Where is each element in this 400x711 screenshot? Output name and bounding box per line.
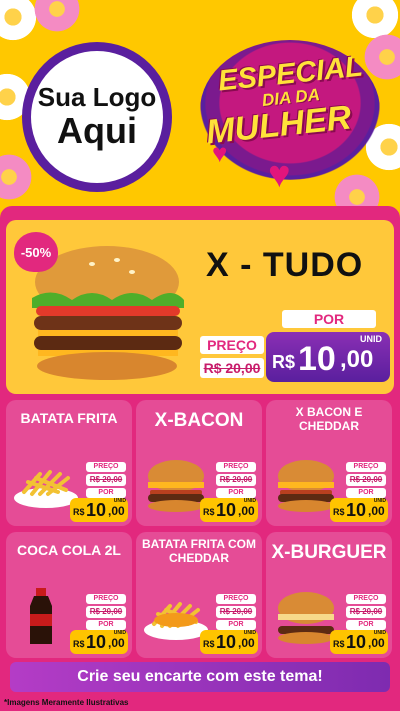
unit-label: UNID [373, 630, 386, 636]
unit-label: UNID [113, 498, 126, 504]
preco-label: PREÇO [200, 336, 264, 354]
price-integer: 10 [86, 500, 107, 520]
price-box: R$ 10 ,00 UNID [330, 630, 388, 654]
logo-text: Sua Logo [37, 82, 157, 113]
currency: R$ [73, 639, 85, 649]
price-decimal: ,00 [368, 504, 385, 518]
old-price: R$ 20,00 [216, 474, 256, 486]
por-label: POR [86, 488, 126, 498]
unit-label: UNID [373, 498, 386, 504]
logo-text: Aqui [57, 109, 137, 151]
preco-label: PREÇO [86, 462, 126, 472]
product-title: X-BURGUER [271, 542, 387, 563]
product-title: BATATA FRITA [20, 410, 118, 426]
por-label: POR [86, 620, 126, 630]
price-box: R$ 10 ,00 UNID [266, 332, 390, 382]
currency: R$ [203, 639, 215, 649]
unit-label: UNID [243, 498, 256, 504]
price-integer: 10 [346, 500, 367, 520]
product-title: X-BACON [154, 410, 244, 431]
price-box: R$ 10 ,00 UNID [200, 498, 258, 522]
product-title: BATATA FRITA COM CHEDDAR [142, 537, 256, 565]
old-price: R$ 20,00 [216, 606, 256, 618]
por-label: POR [216, 488, 256, 498]
currency: R$ [73, 507, 85, 517]
price-decimal: ,00 [108, 636, 125, 650]
unit-label: UNID [243, 630, 256, 636]
currency: R$ [333, 507, 345, 517]
currency: R$ [333, 639, 345, 649]
price-decimal: ,00 [368, 636, 385, 650]
preco-label: PREÇO [216, 594, 256, 604]
price-integer: 10 [216, 500, 237, 520]
old-price: R$ 20,00 [86, 606, 126, 618]
price-box: R$ 10 ,00 UNID [330, 498, 388, 522]
currency: R$ [203, 507, 215, 517]
price-box: R$ 10 ,00 UNID [70, 498, 128, 522]
hero-title: X - TUDO [206, 246, 364, 284]
old-price: R$ 20,00 [200, 358, 264, 378]
price-integer: 10 [346, 632, 367, 652]
price-box: R$ 10 ,00 UNID [200, 630, 258, 654]
unit-label: UNID [113, 630, 126, 636]
disclaimer: *Imagens Meramente Ilustrativas [4, 698, 129, 707]
heart-icon: ♥ [268, 154, 291, 196]
price-decimal: ,00 [238, 504, 255, 518]
price-integer: 10 [86, 632, 107, 652]
price-decimal: ,00 [340, 346, 374, 373]
old-price: R$ 20,00 [346, 474, 386, 486]
promo-banner[interactable]: Crie seu encarte com este tema! [10, 662, 390, 692]
preco-label: PREÇO [86, 594, 126, 604]
old-price: R$ 20,00 [86, 474, 126, 486]
logo-placeholder: Sua Logo Aqui [22, 42, 172, 192]
price-decimal: ,00 [108, 504, 125, 518]
por-label: POR [216, 620, 256, 630]
por-label: POR [346, 620, 386, 630]
discount-badge: -50% [14, 232, 58, 272]
product-title: COCA COLA 2L [17, 542, 121, 558]
price-box: R$ 10 ,00 UNID [70, 630, 128, 654]
preco-label: PREÇO [346, 594, 386, 604]
flower-decoration [30, 0, 84, 36]
por-label: POR [282, 310, 376, 328]
product-title: X BACON E CHEDDAR [295, 405, 363, 433]
currency: R$ [272, 352, 296, 372]
por-label: POR [346, 488, 386, 498]
heart-icon: ♥ [212, 138, 228, 168]
price-integer: 10 [298, 340, 336, 378]
price-decimal: ,00 [238, 636, 255, 650]
preco-label: PREÇO [346, 462, 386, 472]
price-integer: 10 [216, 632, 237, 652]
preco-label: PREÇO [216, 462, 256, 472]
unit-label: UNID [360, 334, 382, 344]
flower-decoration [0, 150, 36, 204]
old-price: R$ 20,00 [346, 606, 386, 618]
